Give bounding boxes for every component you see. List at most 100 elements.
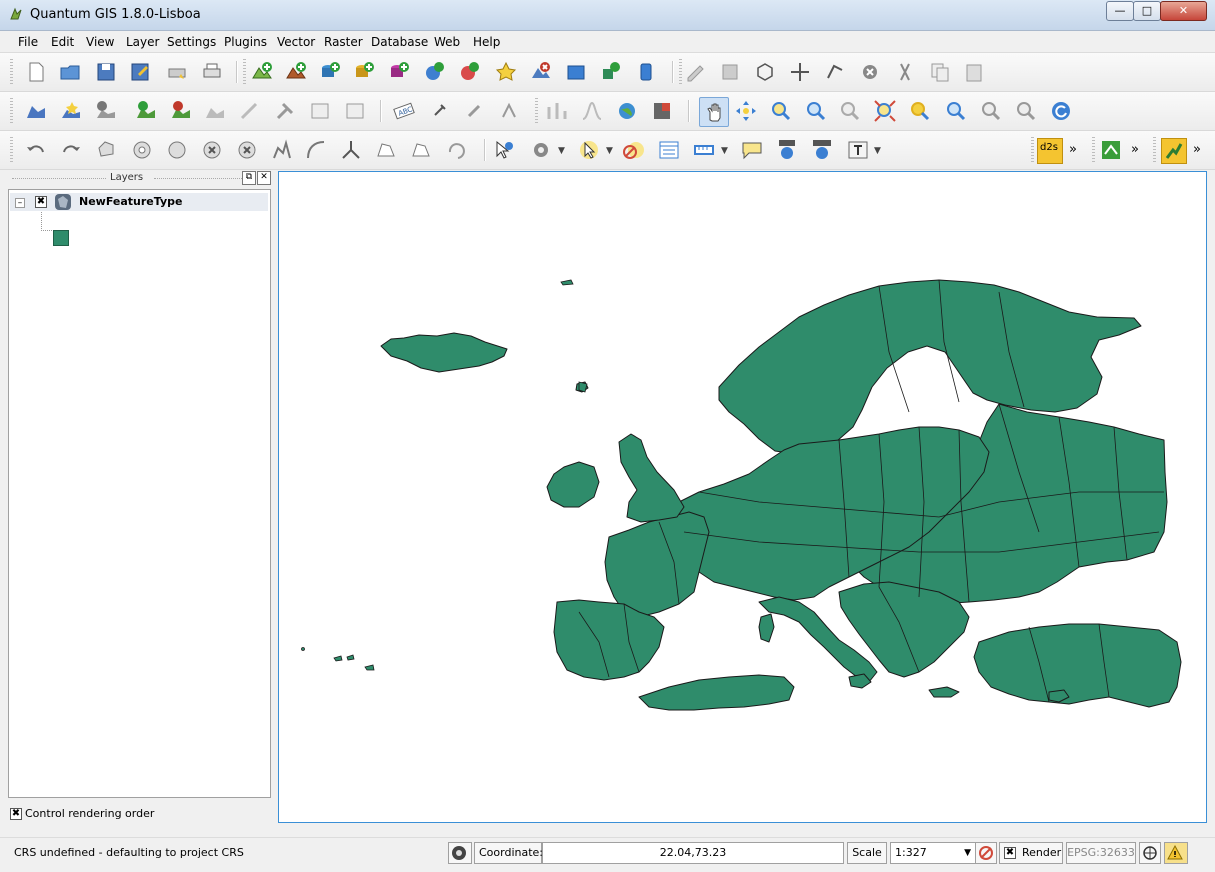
add-gpx-layer-icon[interactable] <box>634 60 658 84</box>
float-panel-icon[interactable]: ⧉ <box>242 171 256 185</box>
menu-edit[interactable]: Edit <box>51 35 74 49</box>
toolbar-grip[interactable] <box>10 98 13 124</box>
action-dropdown-arrow[interactable]: ▼ <box>558 146 565 156</box>
merge-features-icon[interactable] <box>374 138 398 162</box>
annotation-dropdown-arrow[interactable]: ▼ <box>874 146 881 156</box>
show-bookmarks-icon[interactable] <box>810 138 834 162</box>
cut-features-icon[interactable] <box>893 60 917 84</box>
close-button[interactable]: ✕ <box>1160 1 1207 21</box>
save-edits-icon[interactable] <box>718 60 742 84</box>
toggle-extents-icon[interactable] <box>448 842 472 864</box>
identify-features-icon[interactable] <box>492 138 516 162</box>
new-bookmark-icon[interactable] <box>775 138 799 162</box>
open-project-icon[interactable] <box>58 60 82 84</box>
delete-ring-icon[interactable] <box>200 138 224 162</box>
map-canvas[interactable] <box>278 171 1207 823</box>
menu-view[interactable]: View <box>86 35 114 49</box>
layer-item[interactable]: – ✖ NewFeatureType <box>10 193 268 211</box>
pin-labels-icon[interactable] <box>427 99 451 123</box>
crs-button[interactable]: EPSG:32633 <box>1066 842 1136 864</box>
text-annotation-icon[interactable] <box>846 138 870 162</box>
toolbar-grip[interactable] <box>1092 137 1095 163</box>
toolbar-grip[interactable] <box>243 59 246 85</box>
add-layer-red-icon[interactable] <box>169 99 193 123</box>
toolbar-grip[interactable] <box>1153 137 1156 163</box>
zoom-to-selection-icon[interactable] <box>908 99 932 123</box>
coordinate-field[interactable]: 22.04,73.23 <box>542 842 844 864</box>
toolbar-grip[interactable] <box>1031 137 1034 163</box>
add-part-icon[interactable] <box>165 138 189 162</box>
histogram-curve-icon[interactable] <box>580 99 604 123</box>
toolbar-grip[interactable] <box>679 59 682 85</box>
d2s-plugin-icon[interactable]: d2s <box>1037 138 1063 164</box>
globe-icon[interactable] <box>615 99 639 123</box>
menu-file[interactable]: File <box>18 35 38 49</box>
select-features-icon[interactable] <box>577 138 601 162</box>
scale-combobox[interactable]: 1:327 ▼ <box>890 842 976 864</box>
minimize-button[interactable]: — <box>1106 1 1134 21</box>
node-tool-icon[interactable] <box>823 60 847 84</box>
map-tips-icon[interactable] <box>740 138 764 162</box>
copy-features-icon[interactable] <box>928 60 952 84</box>
remove-layer-grey-icon[interactable] <box>94 99 118 123</box>
stop-render-icon[interactable] <box>975 842 997 864</box>
add-ring-icon[interactable] <box>130 138 154 162</box>
open-attribute-table-icon[interactable] <box>657 138 681 162</box>
new-shapefile-layer-icon[interactable] <box>494 60 518 84</box>
add-delimited-text-icon[interactable] <box>599 60 623 84</box>
merge-attributes-icon[interactable] <box>409 138 433 162</box>
tools-disabled-icon[interactable] <box>273 99 297 123</box>
zoom-next-icon[interactable] <box>1014 99 1038 123</box>
raster-histogram-icon[interactable] <box>545 99 569 123</box>
pan-map-icon[interactable] <box>699 97 729 127</box>
reshape-features-icon[interactable] <box>270 138 294 162</box>
layer-disabled-icon[interactable] <box>203 99 227 123</box>
print-icon[interactable] <box>200 60 224 84</box>
add-wcs-layer-icon[interactable] <box>457 60 481 84</box>
show-labels-icon[interactable] <box>462 99 486 123</box>
add-postgis-layer-icon[interactable] <box>318 60 342 84</box>
control-rendering-checkbox[interactable]: ✖ <box>10 808 22 820</box>
move-feature-icon[interactable] <box>788 60 812 84</box>
menu-raster[interactable]: Raster <box>324 35 363 49</box>
toolbar-overflow-icon[interactable]: » <box>1193 142 1201 157</box>
map-tiles-icon[interactable] <box>650 99 674 123</box>
maximize-button[interactable]: □ <box>1133 1 1161 21</box>
paste-features-icon[interactable] <box>962 60 986 84</box>
render-toggle[interactable]: ✖ Render <box>999 842 1063 864</box>
save-as-icon[interactable] <box>128 60 152 84</box>
collapse-toggle[interactable]: – <box>15 198 25 208</box>
menu-help[interactable]: Help <box>473 35 500 49</box>
control-rendering-order[interactable]: ✖ Control rendering order <box>8 805 271 823</box>
menu-layer[interactable]: Layer <box>126 35 159 49</box>
toggle-editing-icon[interactable] <box>684 60 708 84</box>
new-project-icon[interactable] <box>24 60 48 84</box>
offset-curve-icon[interactable] <box>304 138 328 162</box>
undo-icon[interactable] <box>24 138 48 162</box>
layer-blue-icon[interactable] <box>24 99 48 123</box>
add-raster-layer-icon[interactable] <box>284 60 308 84</box>
zoom-out-icon[interactable] <box>804 99 828 123</box>
table-edit-icon[interactable] <box>308 99 332 123</box>
toolbar-grip[interactable] <box>10 137 13 163</box>
measure-line-icon[interactable] <box>692 138 716 162</box>
plugin-green-icon[interactable] <box>1099 138 1123 162</box>
zoom-full-icon[interactable] <box>873 99 897 123</box>
menu-plugins[interactable]: Plugins <box>224 35 267 49</box>
simplify-feature-icon[interactable] <box>95 138 119 162</box>
zoom-last-icon[interactable] <box>979 99 1003 123</box>
projection-globe-icon[interactable] <box>1139 842 1161 864</box>
redo-icon[interactable] <box>59 138 83 162</box>
add-feature-icon[interactable] <box>753 60 777 84</box>
close-panel-icon[interactable]: ✕ <box>257 171 271 185</box>
add-mssql-layer-icon[interactable] <box>387 60 411 84</box>
delete-selected-icon[interactable] <box>858 60 882 84</box>
split-features-icon[interactable] <box>339 138 363 162</box>
delete-part-icon[interactable] <box>235 138 259 162</box>
menu-database[interactable]: Database <box>371 35 428 49</box>
save-project-icon[interactable] <box>94 60 118 84</box>
toolbar-grip[interactable] <box>535 98 538 124</box>
change-label-icon[interactable] <box>497 99 521 123</box>
zoom-to-layer-icon[interactable] <box>944 99 968 123</box>
digitize-disabled-icon[interactable] <box>238 99 262 123</box>
